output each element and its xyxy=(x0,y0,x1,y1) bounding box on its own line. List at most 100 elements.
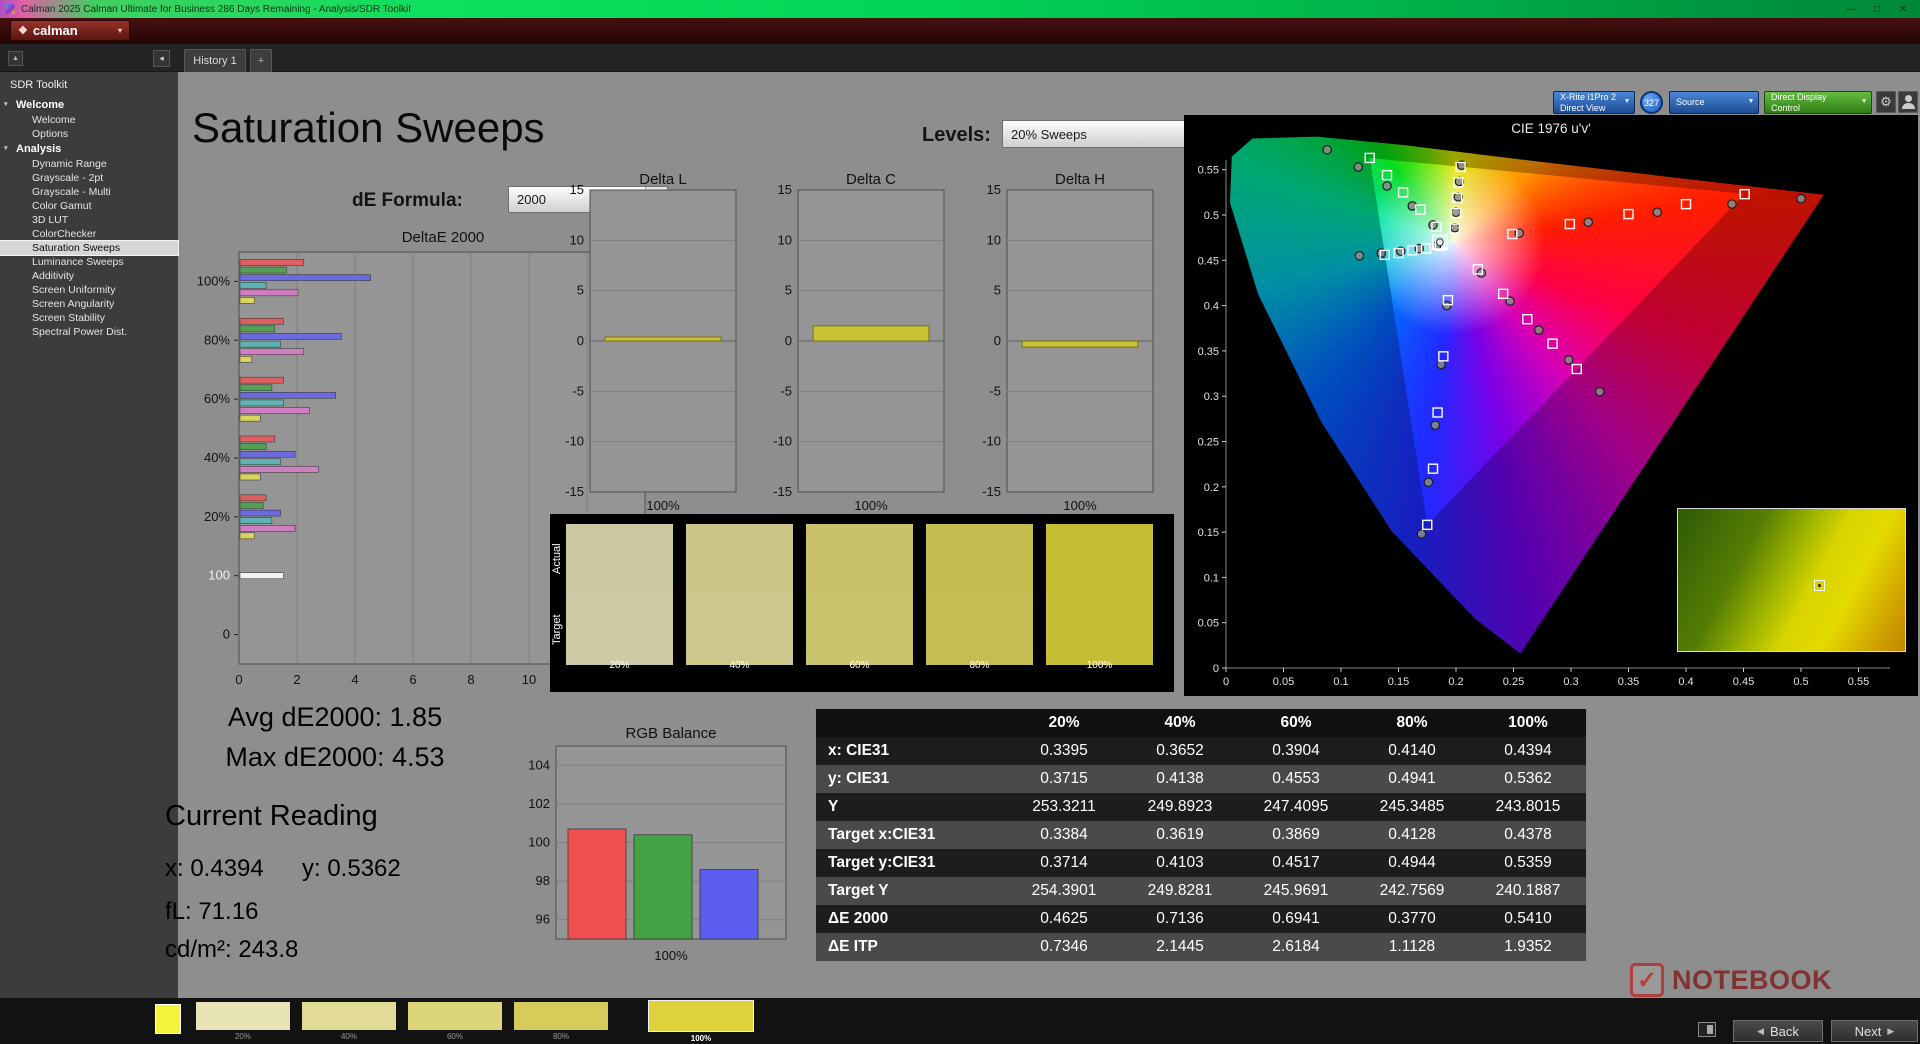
sidebar-item-welcome[interactable]: Welcome xyxy=(0,113,178,127)
sidebar-item-color-gamut[interactable]: Color Gamut xyxy=(0,199,178,213)
swatch-level-label: 80% xyxy=(969,660,990,671)
actual-swatch-80% xyxy=(926,524,1033,594)
calman-logo-menu[interactable]: ❖ calman ▾ xyxy=(10,20,130,41)
sidebar-title: SDR Toolkit xyxy=(10,79,68,91)
svg-text:0.25: 0.25 xyxy=(1198,437,1219,449)
chevron-down-icon: ▾ xyxy=(117,26,122,35)
sidebar-item-additivity[interactable]: Additivity xyxy=(0,269,178,283)
svg-text:100%: 100% xyxy=(1063,498,1097,513)
swatch-column-40% xyxy=(686,524,793,665)
svg-text:0.25: 0.25 xyxy=(1503,676,1524,688)
level-swatch-20%[interactable] xyxy=(196,1002,290,1030)
svg-text:0.4: 0.4 xyxy=(1678,676,1693,688)
sidebar-item-screen-uniformity[interactable]: Screen Uniformity xyxy=(0,283,178,297)
svg-text:0.2: 0.2 xyxy=(1204,482,1219,494)
back-button[interactable]: ◀ Back xyxy=(1733,1020,1823,1042)
swatch-level-label: 20% xyxy=(609,660,630,671)
sidebar-item-screen-angularity[interactable]: Screen Angularity xyxy=(0,297,178,311)
tree-expand-icon: ▾ xyxy=(4,145,8,152)
svg-text:0.15: 0.15 xyxy=(1388,676,1409,688)
table-row-label: Target x:CIE31 xyxy=(828,826,936,843)
svg-text:104: 104 xyxy=(528,757,550,772)
sidebar-group-analysis[interactable]: ▾ Analysis xyxy=(0,141,178,157)
level-swatch-80%[interactable] xyxy=(514,1002,608,1030)
swatch-level-label: 40% xyxy=(729,660,750,671)
level-swatch-60%[interactable] xyxy=(408,1002,502,1030)
table-cell: 0.4103 xyxy=(1156,854,1204,871)
level-swatch-label: 80% xyxy=(552,1032,569,1041)
table-header-cell: 80% xyxy=(1396,714,1428,731)
close-button[interactable]: ✕ xyxy=(1890,0,1916,18)
window-controls: — □ ✕ xyxy=(1838,0,1916,18)
minimize-button[interactable]: — xyxy=(1838,0,1864,18)
svg-text:10: 10 xyxy=(570,232,584,247)
meter-count-badge[interactable]: 327 xyxy=(1640,91,1663,114)
maximize-button[interactable]: □ xyxy=(1864,0,1890,18)
sidebar-item-spectral-power-dist-[interactable]: Spectral Power Dist. xyxy=(0,325,178,339)
sidebar-item-saturation-sweeps[interactable]: Saturation Sweeps xyxy=(0,240,179,256)
actual-swatch-40% xyxy=(686,524,793,594)
sidebar-item-screen-stability[interactable]: Screen Stability xyxy=(0,311,178,325)
next-button[interactable]: Next ▶ xyxy=(1831,1020,1918,1042)
svg-text:0.45: 0.45 xyxy=(1198,255,1219,267)
settings-gear-icon[interactable]: ⚙ xyxy=(1876,91,1896,113)
target-swatch-20% xyxy=(566,594,673,665)
swatch-level-label: 60% xyxy=(849,660,870,671)
swatch-level-label: 100% xyxy=(1086,660,1113,671)
svg-text:0.5: 0.5 xyxy=(1793,676,1808,688)
table-cell: 0.3715 xyxy=(1040,770,1088,787)
display-control-button[interactable]: Direct Display Control ▼ xyxy=(1764,91,1872,114)
svg-text:15: 15 xyxy=(570,182,584,197)
tab-history-1[interactable]: History 1 xyxy=(184,49,246,72)
add-tab-button[interactable]: + xyxy=(250,49,272,72)
calman-logo-icon: ❖ xyxy=(18,25,28,37)
svg-text:Delta L: Delta L xyxy=(639,171,687,188)
sidebar-item-grayscale-multi[interactable]: Grayscale - Multi xyxy=(0,185,178,199)
svg-text:-5: -5 xyxy=(572,383,584,398)
layout-toggle-icon[interactable] xyxy=(1698,1022,1716,1037)
svg-text:-15: -15 xyxy=(982,484,1001,499)
svg-text:0: 0 xyxy=(785,333,792,348)
sidebar-item-options[interactable]: Options xyxy=(0,127,178,141)
svg-text:0: 0 xyxy=(1223,676,1229,688)
svg-text:10: 10 xyxy=(778,232,792,247)
level-swatch-label: 60% xyxy=(446,1032,463,1041)
sidebar-item-luminance-sweeps[interactable]: Luminance Sweeps xyxy=(0,255,178,269)
sidebar-tree: ▾ Welcome Welcome Options ▾ Analysis Dynamic R… xyxy=(0,97,179,339)
sidebar-item-dynamic-range[interactable]: Dynamic Range xyxy=(0,157,178,171)
user-profile-icon[interactable] xyxy=(1898,91,1918,113)
svg-text:8: 8 xyxy=(467,672,474,687)
collapse-sidebar-icon[interactable]: ◂ xyxy=(153,50,170,67)
level-swatch-label: 20% xyxy=(234,1032,251,1041)
svg-text:0.05: 0.05 xyxy=(1273,676,1294,688)
svg-text:0.55: 0.55 xyxy=(1848,676,1869,688)
svg-text:-5: -5 xyxy=(780,383,792,398)
sidebar-item-3d-lut[interactable]: 3D LUT xyxy=(0,213,178,227)
swatch-row-label-actual: Actual xyxy=(551,543,563,575)
table-cell: 0.7346 xyxy=(1040,938,1088,955)
level-swatch-100%[interactable] xyxy=(648,1000,754,1032)
pin-sidebar-icon[interactable]: ▲ xyxy=(8,51,23,66)
svg-text:DeltaE 2000: DeltaE 2000 xyxy=(402,229,485,246)
table-cell: 0.4378 xyxy=(1504,826,1552,843)
svg-text:0.55: 0.55 xyxy=(1198,165,1219,177)
table-cell: 249.8923 xyxy=(1147,798,1213,815)
svg-text:80%: 80% xyxy=(204,332,230,347)
meter-button-label: X-Rite i1Pro 2 Direct View xyxy=(1560,92,1617,113)
delta-l-chart: Delta L 15 10 5 0 -5 -10 -15 100% xyxy=(560,170,760,520)
svg-text:-10: -10 xyxy=(565,434,584,449)
svg-text:Delta H: Delta H xyxy=(1055,171,1105,188)
sidebar-item-grayscale-2pt[interactable]: Grayscale - 2pt xyxy=(0,171,178,185)
table-header-cell: 100% xyxy=(1508,714,1548,731)
table-header-cell: 20% xyxy=(1048,714,1080,731)
sidebar-group-welcome[interactable]: ▾ Welcome xyxy=(0,97,178,113)
table-cell: 1.1128 xyxy=(1388,938,1436,955)
de-formula-selected-value: 2000 xyxy=(517,192,546,207)
page-title: Saturation Sweeps xyxy=(192,104,545,151)
level-swatch-40%[interactable] xyxy=(302,1002,396,1030)
meter-button[interactable]: X-Rite i1Pro 2 Direct View ▼ xyxy=(1553,91,1635,114)
table-row: y: CIE31 0.3715 0.4138 0.4553 0.4941 0.5362 xyxy=(816,765,1586,793)
source-button[interactable]: Source ▼ xyxy=(1669,91,1759,114)
sidebar-item-colorchecker[interactable]: ColorChecker xyxy=(0,227,178,241)
chevron-down-icon: ▼ xyxy=(1747,98,1755,106)
